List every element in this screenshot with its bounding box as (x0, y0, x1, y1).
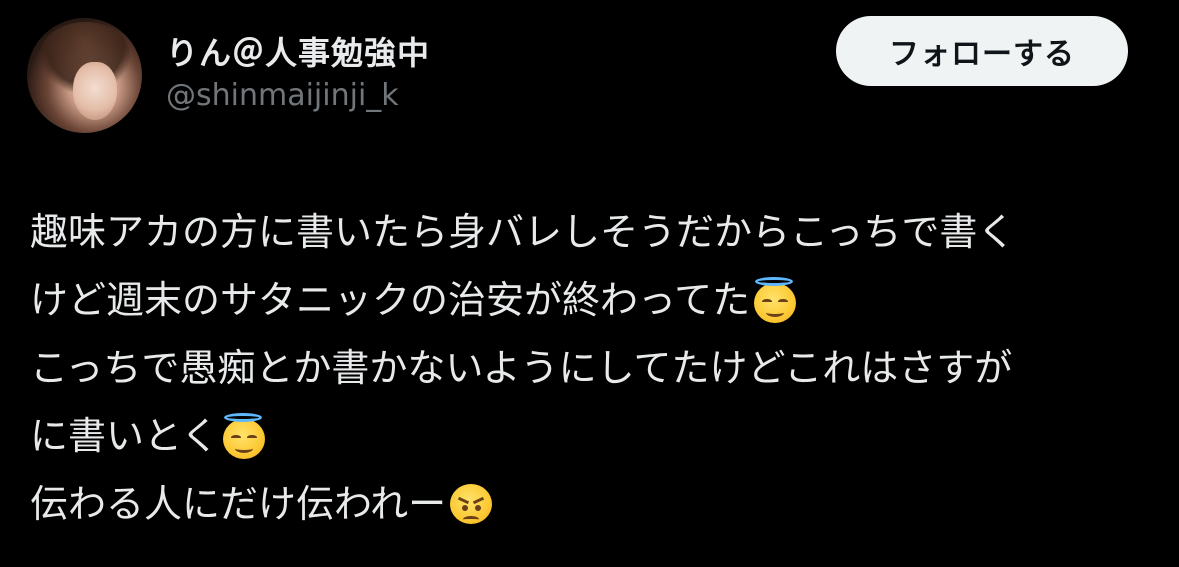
tweet-line: こっちで愚痴とか書かないようにしてたけどこれはさすが (30, 334, 1150, 402)
tweet-line-text: に書いとく (30, 414, 219, 458)
tweet-text: 趣味アカの方に書いたら身バレしそうだからこっちで書く けど週末のサタニックの治安… (30, 198, 1150, 538)
tweet-line: 伝わる人にだけ伝われー (30, 470, 1150, 538)
tweet-line: けど週末のサタニックの治安が終わってた (30, 266, 1150, 334)
tweet-line: 趣味アカの方に書いたら身バレしそうだからこっちで書く (30, 198, 1150, 266)
smiling-face-with-halo-icon (221, 413, 267, 459)
tweet-line-text: 伝わる人にだけ伝われー (30, 482, 447, 526)
tweet-screen: りん＠人事勉強中 @shinmaijinji_k フォローする 趣味アカの方に書… (0, 0, 1179, 567)
follow-button[interactable]: フォローする (836, 16, 1128, 86)
avatar[interactable] (27, 18, 142, 133)
tweet-line-text: こっちで愚痴とか書かないようにしてたけどこれはさすが (30, 346, 1013, 390)
user-handle[interactable]: @shinmaijinji_k (166, 78, 399, 113)
angry-face-icon (448, 481, 494, 527)
avatar-face (73, 62, 117, 120)
smiling-face-with-halo-icon (752, 277, 798, 323)
tweet-line: に書いとく (30, 402, 1150, 470)
tweet-line-text: けど週末のサタニックの治安が終わってた (30, 278, 751, 322)
tweet-line-text: 趣味アカの方に書いたら身バレしそうだからこっちで書く (30, 210, 1016, 254)
display-name[interactable]: りん＠人事勉強中 (166, 28, 430, 74)
